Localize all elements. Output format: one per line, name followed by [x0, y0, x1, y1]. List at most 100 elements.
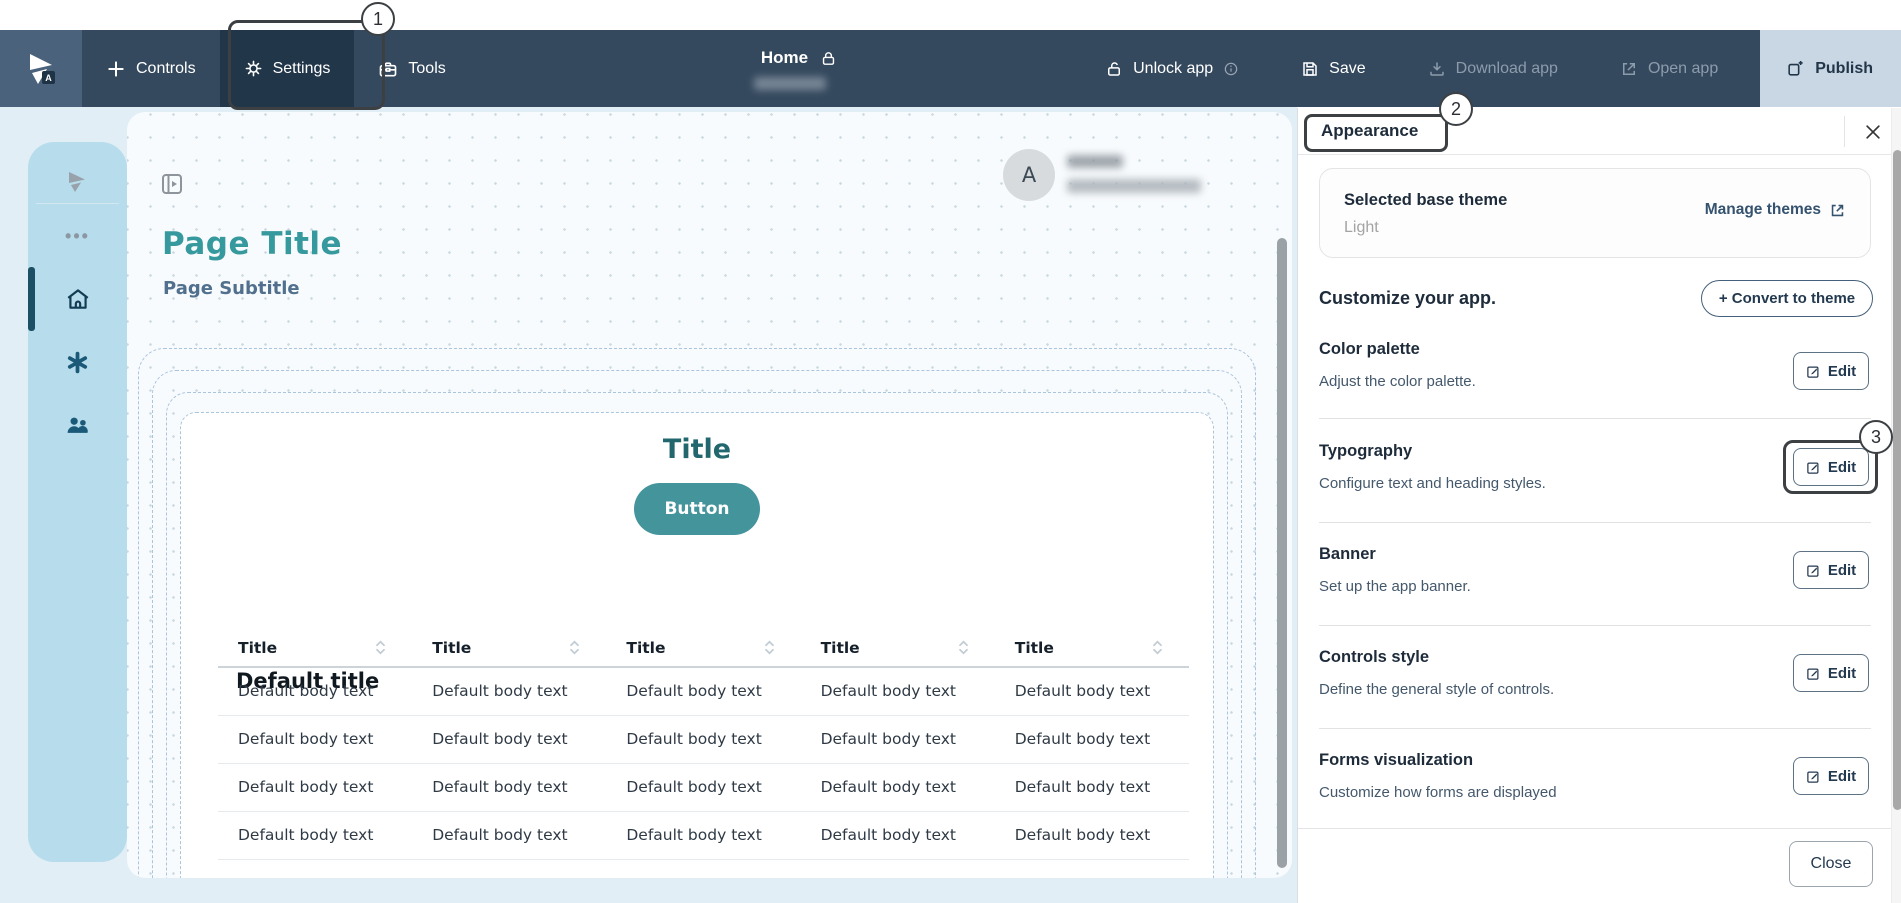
save-button[interactable]: Save: [1277, 30, 1389, 107]
card-title: Title: [181, 434, 1213, 465]
table-cell: Default body text: [995, 715, 1189, 763]
close-button[interactable]: Close: [1789, 841, 1873, 887]
sidebar-divider: [36, 203, 119, 204]
edit-controls-style-button[interactable]: Edit: [1793, 654, 1869, 692]
app-canvas[interactable]: Page Title Page Subtitle A Title Button …: [127, 112, 1292, 878]
page-subtitle: Page Subtitle: [163, 278, 300, 299]
sidebar-item-apps[interactable]: [28, 350, 127, 375]
sidebar-item-users[interactable]: [28, 412, 127, 439]
home-icon: [65, 286, 91, 312]
external-link-icon: [1829, 202, 1846, 219]
page-subtext-redacted: [754, 77, 826, 90]
app-nav-sidebar: •••: [28, 142, 127, 862]
table-cell: Default body text: [218, 715, 412, 763]
sort-icon[interactable]: [1152, 640, 1163, 655]
section-title-color-palette: Color palette: [1319, 340, 1420, 359]
section-divider: [1319, 625, 1871, 626]
table-cell: Default body text: [801, 667, 995, 715]
section-divider: [1319, 522, 1871, 523]
sidebar-toggle-icon[interactable]: [160, 172, 184, 196]
panel-title: Appearance: [1321, 121, 1418, 141]
info-icon[interactable]: [1223, 61, 1239, 77]
sort-icon[interactable]: [375, 640, 386, 655]
card-button[interactable]: Button: [634, 483, 760, 535]
content-card-widget[interactable]: Title Button Default title TitleTitleTit…: [180, 412, 1214, 878]
table-cell: Default body text: [606, 811, 800, 859]
table-cell: Default body text: [218, 667, 412, 715]
edit-typography-button[interactable]: Edit: [1793, 448, 1869, 486]
edit-banner-button[interactable]: Edit: [1793, 551, 1869, 589]
tools-menu-item[interactable]: Tools: [354, 30, 469, 107]
table-row[interactable]: Default body textDefault body textDefaul…: [218, 811, 1189, 859]
tools-label: Tools: [408, 60, 445, 78]
close-panel-button[interactable]: [1858, 117, 1888, 147]
unlock-label: Unlock app: [1133, 60, 1213, 78]
table-cell: Default body text: [606, 667, 800, 715]
brand-logo-icon: A: [23, 51, 59, 87]
sidebar-item-home[interactable]: [28, 286, 127, 312]
table-cell: Default body text: [218, 763, 412, 811]
edit-forms-visualization-button[interactable]: Edit: [1793, 757, 1869, 795]
table-cell: Default body text: [801, 811, 995, 859]
svg-text:A: A: [45, 73, 52, 83]
panel-scrollbar-thumb[interactable]: [1893, 150, 1901, 810]
table-cell: Default body text: [412, 763, 606, 811]
table-row[interactable]: Default body textDefault body textDefaul…: [218, 715, 1189, 763]
table-cell: Default body text: [801, 715, 995, 763]
header-divider: [1844, 116, 1845, 147]
column-label: Title: [432, 639, 471, 657]
convert-to-theme-button[interactable]: + Convert to theme: [1701, 280, 1873, 317]
app-builder-screen: A Controls Settings: [0, 0, 1901, 903]
table-row[interactable]: Default body textDefault body textDefaul…: [218, 763, 1189, 811]
table-cell: Default body text: [606, 715, 800, 763]
table-column-header[interactable]: Title: [606, 629, 800, 667]
panel-scrollbar[interactable]: [1891, 108, 1901, 903]
plus-icon: [106, 59, 126, 79]
panel-footer: Close: [1298, 828, 1901, 903]
edit-icon: [1806, 460, 1821, 475]
app-logo[interactable]: A: [0, 30, 82, 107]
canvas-scrollbar[interactable]: [1277, 238, 1287, 868]
table-column-header[interactable]: Title: [995, 629, 1189, 667]
open-app-button[interactable]: Open app: [1596, 30, 1742, 107]
save-label: Save: [1329, 60, 1365, 78]
table-column-header[interactable]: Title: [412, 629, 606, 667]
controls-menu-item[interactable]: Controls: [82, 30, 220, 107]
settings-label: Settings: [273, 60, 331, 78]
sidebar-more-item[interactable]: •••: [28, 226, 127, 247]
user-avatar-widget[interactable]: A: [1003, 149, 1201, 201]
table-header-row: Title Title Title Title Title: [218, 629, 1189, 667]
data-table[interactable]: TitleTitleTitleTitleTitleDefault body te…: [218, 629, 1189, 860]
manage-themes-link[interactable]: Manage themes: [1705, 201, 1846, 219]
unlock-icon: [1105, 60, 1123, 78]
user-name-redacted: [1067, 155, 1123, 168]
download-icon: [1428, 60, 1446, 78]
sort-icon[interactable]: [764, 640, 775, 655]
section-title-controls-style: Controls style: [1319, 648, 1429, 667]
table-row[interactable]: Default body textDefault body textDefaul…: [218, 667, 1189, 715]
sort-icon[interactable]: [569, 640, 580, 655]
appearance-panel: Appearance Selected base theme Light Man…: [1297, 108, 1901, 903]
publish-button[interactable]: Publish: [1760, 30, 1901, 107]
base-theme-card: Selected base theme Light Manage themes: [1319, 168, 1871, 258]
table-cell: Default body text: [412, 811, 606, 859]
table-column-header[interactable]: Title: [801, 629, 995, 667]
settings-menu-item[interactable]: Settings: [220, 30, 355, 107]
user-email-redacted: [1067, 179, 1201, 193]
column-label: Title: [626, 639, 665, 657]
download-app-button[interactable]: Download app: [1404, 30, 1582, 107]
top-toolbar: A Controls Settings: [0, 30, 1901, 107]
table-cell: Default body text: [995, 811, 1189, 859]
section-subtitle-banner: Set up the app banner.: [1319, 578, 1471, 595]
section-title-typography: Typography: [1319, 442, 1412, 461]
table-column-header[interactable]: Title: [218, 629, 412, 667]
page-name-label: Home: [761, 48, 808, 68]
table-cell: Default body text: [412, 715, 606, 763]
unlock-app-button[interactable]: Unlock app: [1081, 30, 1263, 107]
current-page-tab[interactable]: Home: [744, 30, 854, 107]
column-label: Title: [821, 639, 860, 657]
edit-color-palette-button[interactable]: Edit: [1793, 352, 1869, 390]
publish-icon: [1786, 59, 1805, 78]
table-cell: Default body text: [412, 667, 606, 715]
sort-icon[interactable]: [958, 640, 969, 655]
